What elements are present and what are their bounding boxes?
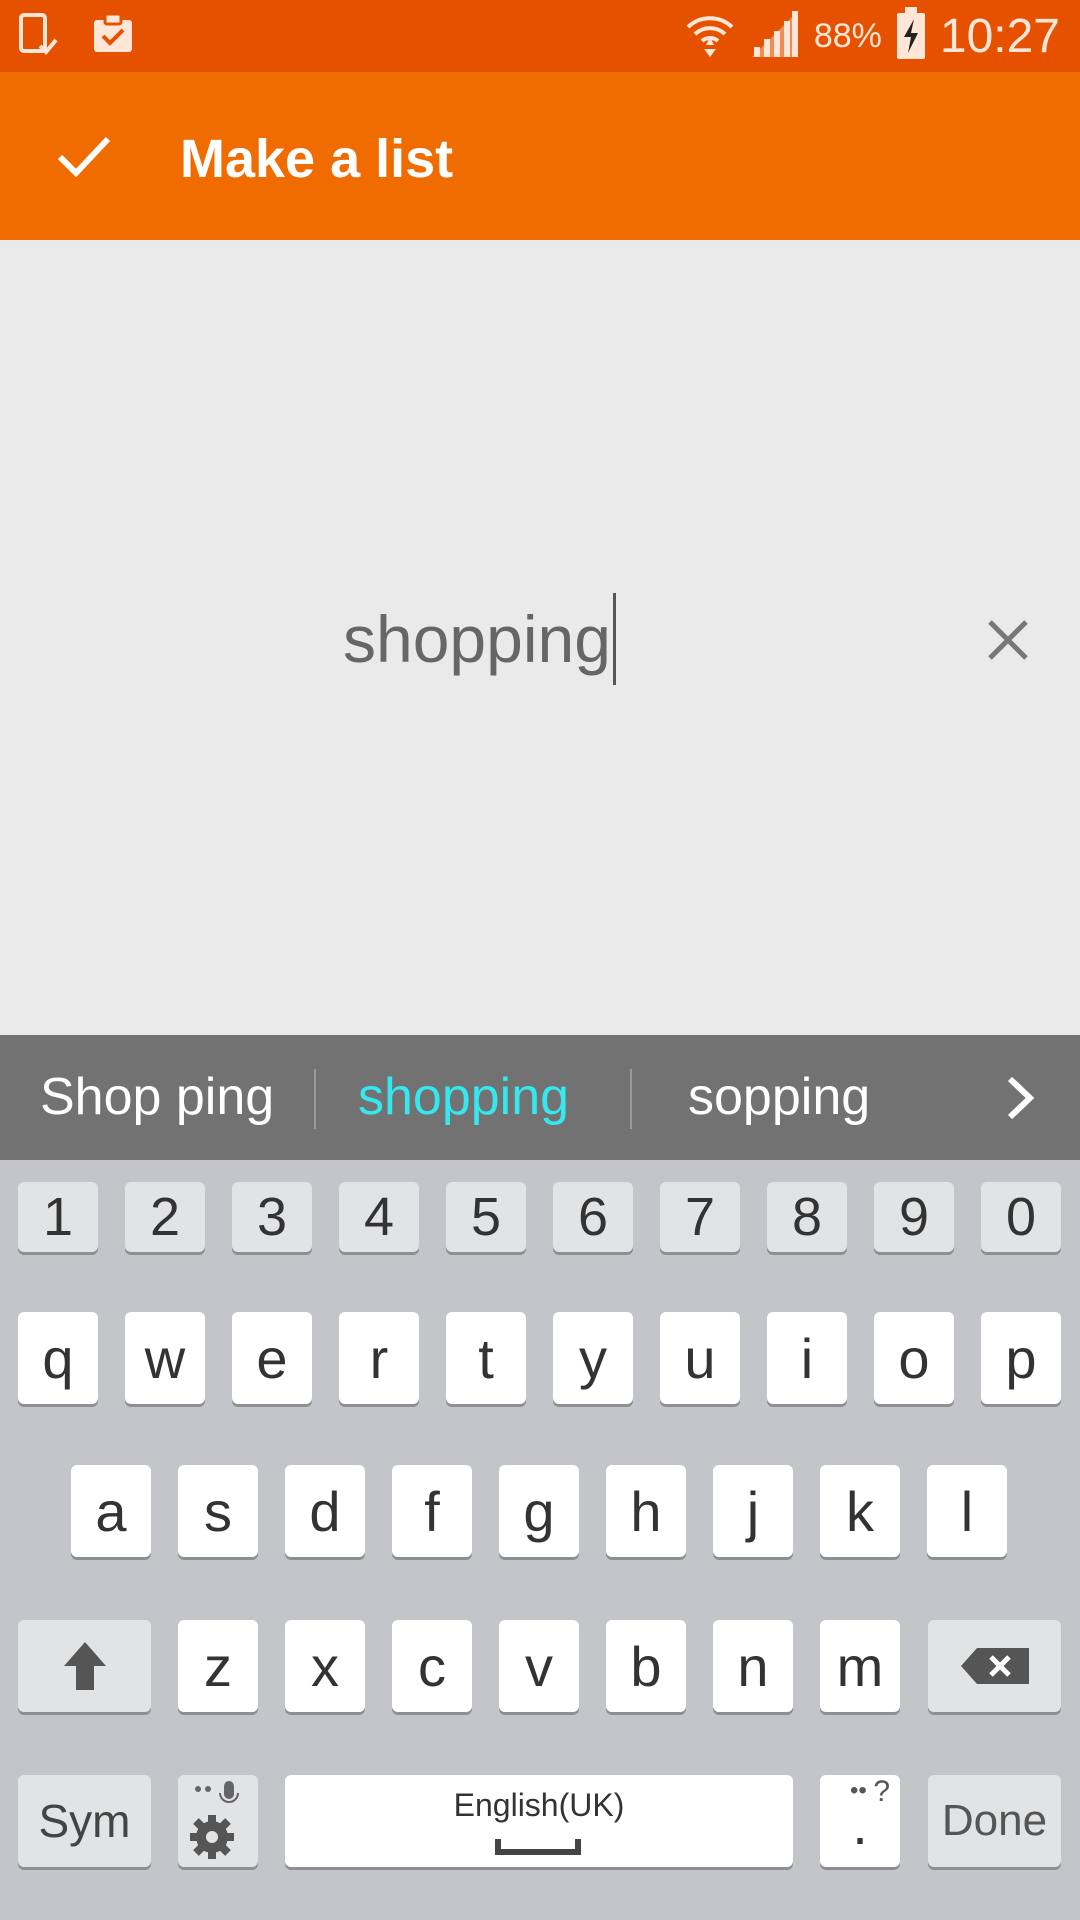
key-h[interactable]: h — [606, 1465, 686, 1557]
key-9[interactable]: 9 — [874, 1182, 954, 1252]
key-e[interactable]: e — [232, 1312, 312, 1404]
clipboard-check-icon — [90, 12, 136, 63]
chevron-right-icon — [1007, 1076, 1035, 1120]
check-icon — [57, 136, 111, 178]
suggestion-item-selected[interactable]: shopping — [358, 1035, 569, 1160]
signal-icon — [750, 9, 800, 64]
clock: 10:27 — [939, 9, 1060, 63]
battery-percent: 88% — [813, 16, 882, 55]
key-m[interactable]: m — [820, 1620, 900, 1712]
key-s[interactable]: s — [178, 1465, 258, 1557]
app-bar: Make a list — [0, 72, 1080, 240]
key-k[interactable]: k — [820, 1465, 900, 1557]
key-p[interactable]: p — [981, 1312, 1061, 1404]
suggestion-bar: Shop ping shopping sopping — [0, 1035, 1080, 1160]
key-d[interactable]: d — [285, 1465, 365, 1557]
key-u[interactable]: u — [660, 1312, 740, 1404]
list-name-input[interactable]: shopping — [343, 593, 616, 685]
key-0[interactable]: 0 — [981, 1182, 1061, 1252]
backspace-key[interactable] — [928, 1620, 1061, 1712]
space-language-label: English(UK) — [453, 1787, 625, 1823]
key-a[interactable]: a — [71, 1465, 151, 1557]
key-6[interactable]: 6 — [553, 1182, 633, 1252]
more-suggestions-button[interactable] — [1000, 1073, 1040, 1123]
suggestion-divider — [630, 1069, 632, 1129]
key-f[interactable]: f — [392, 1465, 472, 1557]
shift-key[interactable] — [18, 1620, 151, 1712]
key-3[interactable]: 3 — [232, 1182, 312, 1252]
suggestion-divider — [314, 1069, 316, 1129]
device-sync-icon — [18, 12, 60, 63]
key-n[interactable]: n — [713, 1620, 793, 1712]
key-r[interactable]: r — [339, 1312, 419, 1404]
page-title: Make a list — [180, 129, 454, 189]
close-icon — [988, 620, 1028, 660]
suggestion-item[interactable]: sopping — [688, 1035, 870, 1160]
period-key[interactable]: ? •• . — [820, 1775, 900, 1867]
period-key-hint: ? — [873, 1775, 890, 1808]
key-v[interactable]: v — [499, 1620, 579, 1712]
key-z[interactable]: z — [178, 1620, 258, 1712]
backspace-icon — [960, 1648, 1029, 1684]
battery-charging-icon — [896, 6, 926, 66]
space-bar-icon — [495, 1839, 581, 1855]
done-key[interactable]: Done — [928, 1775, 1061, 1867]
sym-key[interactable]: Sym — [18, 1775, 151, 1867]
text-cursor — [612, 593, 616, 685]
wifi-icon — [684, 9, 736, 64]
key-1[interactable]: 1 — [18, 1182, 98, 1252]
key-5[interactable]: 5 — [446, 1182, 526, 1252]
key-g[interactable]: g — [499, 1465, 579, 1557]
key-o[interactable]: o — [874, 1312, 954, 1404]
key-4[interactable]: 4 — [339, 1182, 419, 1252]
settings-key[interactable] — [178, 1775, 258, 1867]
status-bar: 88% 10:27 — [0, 0, 1080, 72]
settings-mic-icon — [190, 1781, 239, 1859]
key-2[interactable]: 2 — [125, 1182, 205, 1252]
key-7[interactable]: 7 — [660, 1182, 740, 1252]
key-l[interactable]: l — [927, 1465, 1007, 1557]
key-i[interactable]: i — [767, 1312, 847, 1404]
key-x[interactable]: x — [285, 1620, 365, 1712]
clear-text-button[interactable] — [980, 612, 1036, 668]
key-c[interactable]: c — [392, 1620, 472, 1712]
list-name-value: shopping — [343, 602, 611, 676]
confirm-button[interactable] — [48, 120, 120, 192]
suggestion-item[interactable]: Shop ping — [40, 1035, 274, 1160]
key-q[interactable]: q — [18, 1312, 98, 1404]
space-key[interactable]: English(UK) — [285, 1775, 793, 1867]
shift-arrow-icon — [63, 1642, 106, 1690]
period-key-dots: •• — [850, 1777, 867, 1804]
key-y[interactable]: y — [553, 1312, 633, 1404]
key-j[interactable]: j — [713, 1465, 793, 1557]
key-w[interactable]: w — [125, 1312, 205, 1404]
key-b[interactable]: b — [606, 1620, 686, 1712]
key-t[interactable]: t — [446, 1312, 526, 1404]
key-8[interactable]: 8 — [767, 1182, 847, 1252]
list-name-area: shopping — [0, 240, 1080, 1035]
keyboard: 1 2 3 4 5 6 7 8 9 0 q w e r t y u i o p … — [0, 1160, 1080, 1920]
